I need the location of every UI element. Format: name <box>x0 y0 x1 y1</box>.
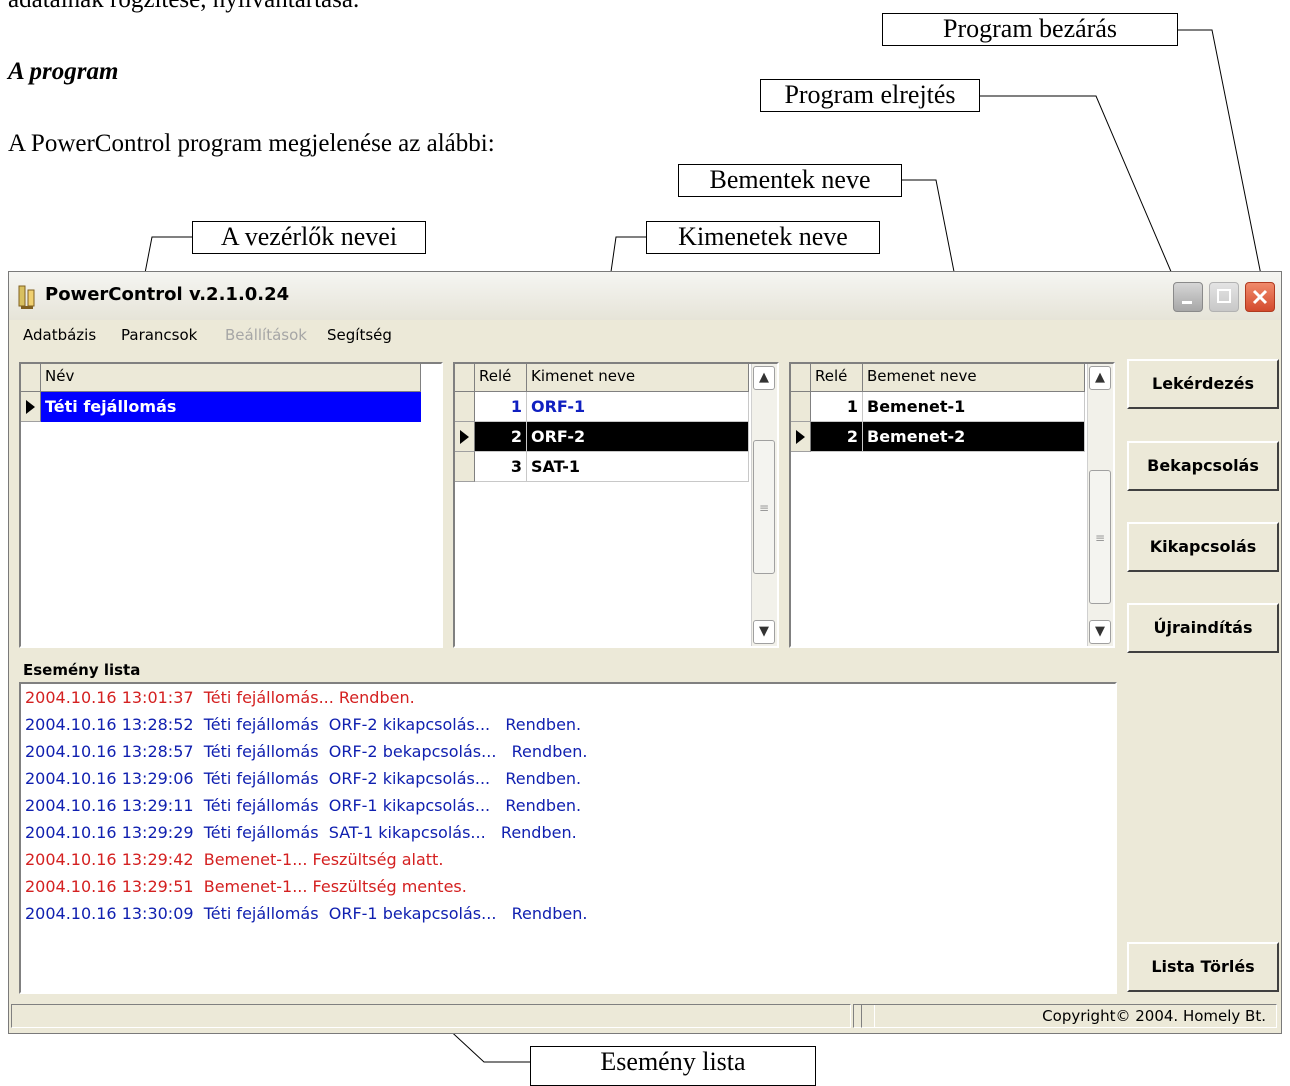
outputs-scrollbar[interactable]: ▲ ≡ ▼ <box>751 364 777 646</box>
query-button[interactable]: Lekérdezés <box>1127 359 1279 409</box>
row-indicator <box>21 392 41 422</box>
menu-adatbazis[interactable]: Adatbázis <box>23 326 96 344</box>
scroll-thumb[interactable]: ≡ <box>1089 470 1111 604</box>
output-row-name[interactable]: ORF-1 <box>527 392 749 422</box>
maximize-button[interactable] <box>1209 282 1239 312</box>
input-row-name[interactable]: Bemenet-2 <box>863 422 1085 452</box>
event-list[interactable]: 2004.10.16 13:01:37 Téti fejállomás... R… <box>19 682 1117 994</box>
log-entry: 2004.10.16 13:29:42 Bemenet-1... Feszült… <box>25 850 444 869</box>
output-row-rele[interactable]: 3 <box>475 452 527 482</box>
current-row-arrow-icon <box>460 430 469 444</box>
restart-button[interactable]: Újraindítás <box>1127 603 1279 653</box>
inputs-grid[interactable]: Relé Bemenet neve 1 Bemenet-1 2 Bemenet-… <box>789 362 1115 648</box>
row-indicator <box>791 392 811 422</box>
minimize-icon <box>1182 301 1192 304</box>
log-entry: 2004.10.16 13:29:11 Téti fejállomás ORF-… <box>25 796 582 815</box>
log-entry: 2004.10.16 13:30:09 Téti fejállomás ORF-… <box>25 904 588 923</box>
clear-list-button[interactable]: Lista Törlés <box>1127 942 1279 992</box>
scroll-up-arrow-icon[interactable]: ▲ <box>753 366 775 390</box>
menu-beallitasok[interactable]: Beállítások <box>225 326 307 344</box>
powercontrol-window: PowerControl v.2.1.0.24 Adatbázis Paranc… <box>8 271 1282 1034</box>
inputs-header-rele[interactable]: Relé <box>811 364 863 392</box>
outputs-header-indicator <box>455 364 475 392</box>
current-row-arrow-icon <box>26 400 35 414</box>
scroll-down-arrow-icon[interactable]: ▼ <box>753 620 775 644</box>
callout-input-names: Bementek neve <box>678 164 902 197</box>
scroll-down-arrow-icon[interactable]: ▼ <box>1089 620 1111 644</box>
status-panel-left <box>11 1004 851 1028</box>
log-entry: 2004.10.16 13:29:06 Téti fejállomás ORF-… <box>25 769 582 788</box>
maximize-icon <box>1217 289 1231 303</box>
output-row-name[interactable]: ORF-2 <box>527 422 749 452</box>
menu-segitseg[interactable]: Segítség <box>327 326 392 344</box>
log-entry: 2004.10.16 13:29:51 Bemenet-1... Feszült… <box>25 877 467 896</box>
app-icon <box>18 285 35 309</box>
log-entry: 2004.10.16 13:01:37 Téti fejállomás... R… <box>25 688 415 707</box>
callout-output-names: Kimenetek neve <box>646 221 880 254</box>
controllers-header-indicator <box>21 364 41 392</box>
controllers-header-name[interactable]: Név <box>41 364 421 392</box>
input-row-rele[interactable]: 1 <box>811 392 863 422</box>
scroll-up-arrow-icon[interactable]: ▲ <box>1089 366 1111 390</box>
outputs-header-rele[interactable]: Relé <box>475 364 527 392</box>
window-title: PowerControl v.2.1.0.24 <box>45 284 290 305</box>
row-indicator <box>455 422 475 452</box>
inputs-scrollbar[interactable]: ▲ ≡ ▼ <box>1087 364 1113 646</box>
output-row-rele[interactable]: 1 <box>475 392 527 422</box>
close-icon <box>1252 289 1268 305</box>
inputs-header-name[interactable]: Bemenet neve <box>863 364 1085 392</box>
controller-row-name[interactable]: Téti fejállomás <box>41 392 421 422</box>
callout-program-close: Program bezárás <box>882 13 1178 46</box>
menu-bar: Adatbázis Parancsok Beállítások Segítség <box>9 320 1281 350</box>
status-bar: Copyright© 2004. Homely Bt. <box>9 1000 1281 1032</box>
switch-on-button[interactable]: Bekapcsolás <box>1127 441 1279 491</box>
minimize-button[interactable] <box>1173 282 1203 312</box>
menu-parancsok[interactable]: Parancsok <box>121 326 197 344</box>
callout-event-list: Esemény lista <box>530 1046 816 1086</box>
status-copyright: Copyright© 2004. Homely Bt. <box>861 1004 1277 1028</box>
row-indicator <box>791 422 811 452</box>
log-entry: 2004.10.16 13:28:57 Téti fejállomás ORF-… <box>25 742 588 761</box>
row-indicator <box>455 452 475 482</box>
log-entry: 2004.10.16 13:28:52 Téti fejállomás ORF-… <box>25 715 582 734</box>
scroll-thumb[interactable]: ≡ <box>753 440 775 574</box>
log-entry: 2004.10.16 13:29:29 Téti fejállomás SAT-… <box>25 823 577 842</box>
switch-off-button[interactable]: Kikapcsolás <box>1127 522 1279 572</box>
close-button[interactable] <box>1245 282 1275 312</box>
controllers-grid[interactable]: Név Téti fejállomás <box>19 362 443 648</box>
input-row-rele[interactable]: 2 <box>811 422 863 452</box>
event-list-label: Esemény lista <box>23 661 141 679</box>
row-indicator <box>455 392 475 422</box>
output-row-rele[interactable]: 2 <box>475 422 527 452</box>
title-bar[interactable]: PowerControl v.2.1.0.24 <box>9 272 1281 320</box>
output-row-name[interactable]: SAT-1 <box>527 452 749 482</box>
callout-program-hide: Program elrejtés <box>760 79 980 112</box>
input-row-name[interactable]: Bemenet-1 <box>863 392 1085 422</box>
outputs-header-name[interactable]: Kimenet neve <box>527 364 749 392</box>
outputs-grid[interactable]: Relé Kimenet neve 1 ORF-1 2 ORF-2 3 SAT-… <box>453 362 779 648</box>
current-row-arrow-icon <box>796 430 805 444</box>
inputs-header-indicator <box>791 364 811 392</box>
callout-controller-names: A vezérlők nevei <box>192 221 426 254</box>
